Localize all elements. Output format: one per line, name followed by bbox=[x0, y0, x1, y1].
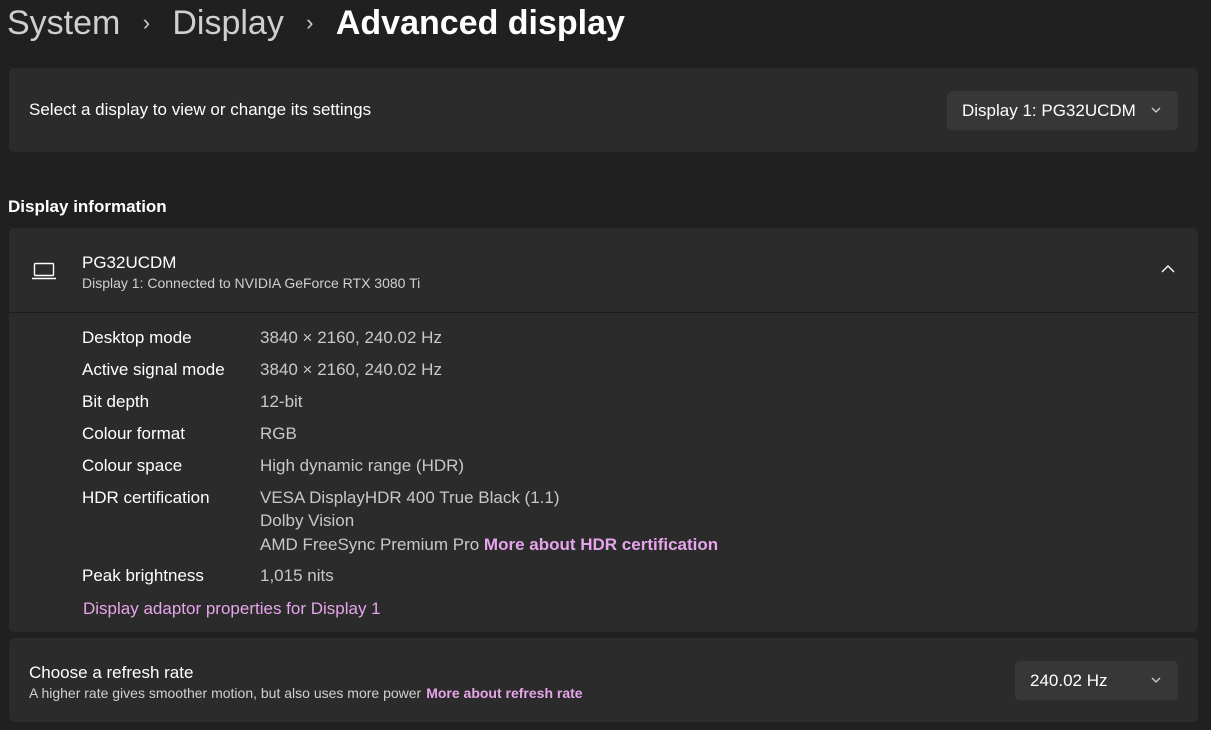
spec-value: 12-bit bbox=[260, 392, 303, 411]
display-select-label: Select a display to view or change its s… bbox=[29, 100, 372, 119]
chevron-right-icon: › bbox=[142, 10, 151, 35]
display-select-card: Select a display to view or change its s… bbox=[9, 68, 1198, 152]
hdr-certification-link[interactable]: More about HDR certification bbox=[484, 535, 718, 554]
spec-value-with-link: AMD FreeSync Premium Pro More about HDR … bbox=[260, 535, 718, 555]
section-title-display-information: Display information bbox=[8, 197, 167, 216]
chevron-down-icon bbox=[1151, 677, 1161, 683]
spec-label: HDR certification bbox=[82, 488, 210, 507]
spec-label: Desktop mode bbox=[82, 328, 192, 347]
refresh-rate-link[interactable]: More about refresh rate bbox=[426, 685, 582, 701]
page-title: Advanced display bbox=[335, 3, 625, 42]
spec-label: Active signal mode bbox=[82, 360, 225, 379]
display-select-value: Display 1: PG32UCDM bbox=[962, 100, 1136, 120]
spec-value: Dolby Vision bbox=[260, 511, 355, 530]
spec-value: RGB bbox=[260, 424, 297, 443]
spec-value: 3840 × 2160, 240.02 Hz bbox=[260, 328, 442, 347]
chevron-right-icon: › bbox=[306, 10, 314, 35]
refresh-rate-value: 240.02 Hz bbox=[1030, 670, 1108, 690]
display-info-card: PG32UCDM Display 1: Connected to NVIDIA … bbox=[9, 228, 1198, 632]
spec-label: Peak brightness bbox=[82, 566, 204, 585]
chevron-down-icon bbox=[1151, 107, 1161, 113]
refresh-rate-card: Choose a refresh rate A higher rate give… bbox=[9, 638, 1198, 722]
monitor-description: Display 1: Connected to NVIDIA GeForce R… bbox=[82, 275, 421, 291]
display-adapter-properties-link[interactable]: Display adaptor properties for Display 1 bbox=[83, 599, 381, 619]
display-select-dropdown[interactable]: Display 1: PG32UCDM bbox=[947, 91, 1178, 131]
spec-value: AMD FreeSync Premium Pro bbox=[260, 535, 480, 554]
spec-label: Bit depth bbox=[82, 392, 150, 411]
breadcrumb-item-system[interactable]: System bbox=[7, 4, 120, 43]
display-info-header[interactable]: PG32UCDM Display 1: Connected to NVIDIA … bbox=[9, 228, 1198, 313]
chevron-up-icon[interactable] bbox=[1160, 263, 1176, 275]
laptop-icon bbox=[32, 262, 56, 280]
refresh-rate-title: Choose a refresh rate bbox=[29, 663, 194, 682]
spec-value: 1,015 nits bbox=[260, 566, 334, 585]
refresh-rate-description: A higher rate gives smoother motion, but… bbox=[29, 685, 422, 701]
spec-label: Colour space bbox=[82, 456, 183, 475]
spec-value: VESA DisplayHDR 400 True Black (1.1) bbox=[260, 488, 560, 507]
breadcrumb: System › Display › Advanced display bbox=[7, 0, 625, 46]
spec-value: High dynamic range (HDR) bbox=[260, 456, 465, 475]
spec-label: Colour format bbox=[82, 424, 185, 443]
refresh-rate-description-line: A higher rate gives smoother motion, but… bbox=[29, 685, 583, 701]
spec-value: 3840 × 2160, 240.02 Hz bbox=[260, 360, 442, 379]
breadcrumb-item-display[interactable]: Display bbox=[172, 4, 283, 43]
refresh-rate-dropdown[interactable]: 240.02 Hz bbox=[1015, 661, 1178, 701]
monitor-name: PG32UCDM bbox=[82, 253, 177, 272]
